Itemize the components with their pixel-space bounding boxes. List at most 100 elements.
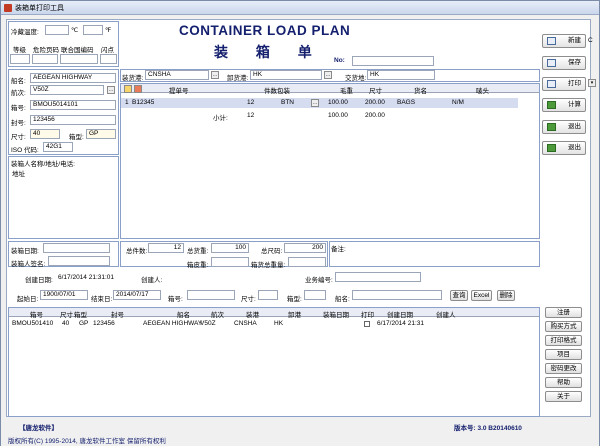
no-input[interactable] <box>352 56 434 66</box>
discharge-port-picker[interactable]: … <box>324 71 332 79</box>
subtotal-qty: 12 <box>247 112 255 119</box>
print-format-button[interactable]: 打印格式 <box>545 335 582 346</box>
reefer-c-input[interactable] <box>45 25 69 35</box>
biz-no-label: 业务编号: <box>305 277 333 284</box>
reefer-temp-label: 冷藏温度: <box>11 29 39 36</box>
list-row-size: 40 <box>62 320 70 327</box>
list-row-created: 6/17/2014 21:31 <box>377 320 424 327</box>
end-date-input[interactable]: 2014/07/17 <box>113 290 161 300</box>
about-button[interactable]: 关于 <box>545 391 582 402</box>
tare-input[interactable] <box>211 257 249 267</box>
list-row-ship: AEGEAN HIGHWAY <box>143 320 203 327</box>
print-button[interactable]: 打印 <box>542 77 586 91</box>
total-measure-input[interactable]: 200 <box>284 243 326 253</box>
delete-row-icon[interactable] <box>134 85 142 93</box>
ship-label: 船名: <box>11 78 26 85</box>
list-row-voyage: V50Z <box>200 320 216 327</box>
col-gross: 毛重 <box>340 88 353 95</box>
load-port-label: 装货港: <box>122 75 144 82</box>
un-code-input[interactable] <box>60 54 98 64</box>
iso-input[interactable]: 42G1 <box>43 142 73 152</box>
end-date-label: 结束日: <box>91 296 113 303</box>
load-port-input[interactable]: CNSHA <box>145 70 209 80</box>
purchase-button[interactable]: 购买方式 <box>545 321 582 332</box>
subtotal-label: 小计: <box>213 115 228 122</box>
register-button[interactable]: 注册 <box>545 307 582 318</box>
filter-size-input[interactable] <box>258 290 278 300</box>
delivery-input[interactable]: HK <box>367 70 435 80</box>
save-icon <box>547 59 556 67</box>
app-window: 装箱单打印工具 冷藏温度: ℃ ℉ 等级 危险页码 联合国编码 闪点 CONTA… <box>0 0 600 446</box>
row-measure[interactable]: 200.00 <box>365 99 385 106</box>
col-mark: 唛头 <box>476 88 489 95</box>
row-mark[interactable]: N/M <box>452 99 464 106</box>
exit-icon <box>547 123 556 131</box>
size-input[interactable]: 40 <box>30 129 60 139</box>
add-row-icon[interactable] <box>124 85 132 93</box>
list-col-print: 打印 <box>361 312 374 319</box>
start-date-label: 起始日: <box>17 296 39 303</box>
title-cn: 装 箱 单 <box>214 44 324 60</box>
row-qty[interactable]: 12 <box>247 99 254 106</box>
help-button[interactable]: 帮助 <box>545 377 582 388</box>
box-no-input[interactable]: BMOU5014101 <box>30 100 116 110</box>
brand-label: 【唐龙软件】 <box>19 425 58 432</box>
pack-date-label: 装箱日期: <box>11 248 39 255</box>
list-row-type: GP <box>79 320 89 327</box>
flash-point-label: 闪点 <box>101 47 114 54</box>
query-button[interactable]: 查询 <box>450 290 468 301</box>
discharge-port-input[interactable]: HK <box>250 70 322 80</box>
size-label: 尺寸: <box>11 134 26 141</box>
exit-button-1[interactable]: 退出 <box>542 120 586 134</box>
subtotal-gross: 100.00 <box>328 112 348 119</box>
filter-type-input[interactable] <box>304 290 326 300</box>
calculate-button[interactable]: 计算 <box>542 98 586 112</box>
row-index: 1 <box>125 99 129 106</box>
start-date-input[interactable]: 1900/07/01 <box>40 290 88 300</box>
filter-ship-input[interactable] <box>352 290 442 300</box>
project-button[interactable]: 项目 <box>545 349 582 360</box>
load-port-picker[interactable]: … <box>211 71 219 79</box>
grade-input[interactable] <box>10 54 30 64</box>
row-pkg[interactable]: BTN <box>281 99 294 106</box>
list-col-ship: 船名 <box>177 312 190 319</box>
packer-label: 装箱人名称/地址/电话: <box>11 161 75 168</box>
seal-input[interactable]: 123456 <box>30 115 116 125</box>
row-desc[interactable]: BAGS <box>397 99 415 106</box>
voyage-picker-button[interactable]: … <box>107 86 115 94</box>
delete-button[interactable]: 删除 <box>497 290 515 301</box>
packer-sign-input[interactable] <box>48 256 110 266</box>
ship-input[interactable]: AEGEAN HIGHWAY <box>30 73 116 83</box>
pkg-picker[interactable]: … <box>311 99 319 107</box>
new-button[interactable]: 新建 <box>542 34 586 48</box>
row-bl[interactable]: B12345 <box>132 99 154 106</box>
list-row-disch: HK <box>274 320 284 327</box>
gross-total-input[interactable] <box>288 257 326 267</box>
excel-button[interactable]: Excel <box>471 290 492 301</box>
danger-page-input[interactable] <box>32 54 58 64</box>
col-bl: 提单号 <box>169 88 189 95</box>
biz-no-input[interactable] <box>335 272 421 282</box>
reefer-f-input[interactable] <box>83 25 103 35</box>
creator-label: 创建人: <box>141 277 163 284</box>
created-value: 6/17/2014 21:31:01 <box>58 274 115 281</box>
print-checkbox[interactable] <box>364 321 370 327</box>
pack-date-input[interactable] <box>43 243 110 253</box>
flash-point-input[interactable] <box>100 54 117 64</box>
col-packages: 件数包装 <box>264 88 290 95</box>
print-options-button[interactable]: ▾ <box>588 79 596 87</box>
packer-sign-label: 装箱人签名: <box>11 261 46 268</box>
un-code-label: 联合国编码 <box>61 47 94 54</box>
total-qty-input[interactable]: 12 <box>148 243 184 253</box>
total-gross-input[interactable]: 100 <box>211 243 249 253</box>
save-button[interactable]: 保存 <box>542 56 586 70</box>
change-password-button[interactable]: 密码更改 <box>545 363 582 374</box>
exit-button-2[interactable]: 退出 <box>542 141 586 155</box>
list-col-creator: 创建人 <box>436 312 456 319</box>
address-text[interactable]: 地址 <box>12 168 25 178</box>
box-no-label: 箱号: <box>11 105 26 112</box>
type-input[interactable]: GP <box>86 129 116 139</box>
voyage-input[interactable]: V50Z <box>30 85 104 95</box>
row-gross[interactable]: 100.00 <box>328 99 348 106</box>
filter-box-input[interactable] <box>187 290 235 300</box>
